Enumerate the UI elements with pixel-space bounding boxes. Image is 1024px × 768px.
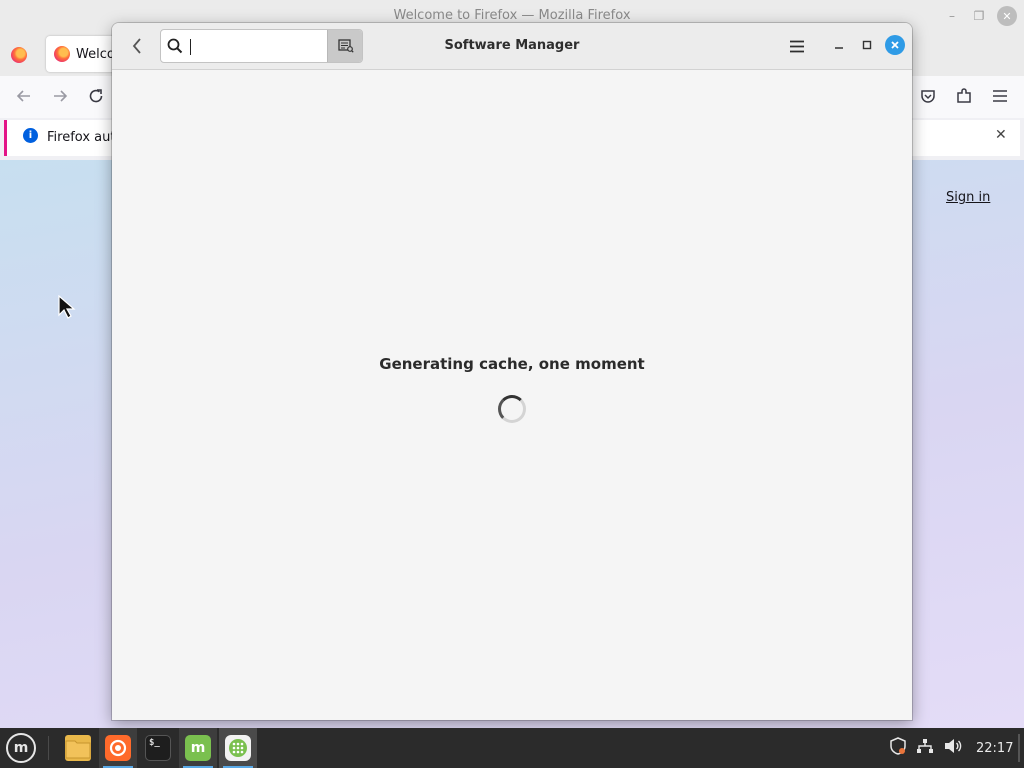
software-manager-icon: [225, 735, 251, 761]
firefox-minimize-button[interactable]: –: [942, 6, 962, 26]
back-arrow-icon[interactable]: [12, 84, 36, 108]
taskbar-update-manager[interactable]: m: [179, 728, 217, 768]
hamburger-menu-icon[interactable]: [786, 35, 808, 57]
firefox-window-title: Welcome to Firefox — Mozilla Firefox: [393, 8, 631, 23]
taskbar-software-manager[interactable]: [219, 728, 257, 768]
close-button[interactable]: [885, 35, 905, 55]
software-manager-window: Software Manager Generating cache, one m…: [112, 23, 912, 720]
minimize-button[interactable]: [829, 35, 849, 55]
info-icon: i: [23, 128, 38, 143]
forward-arrow-icon[interactable]: [48, 84, 72, 108]
loading-message: Generating cache, one moment: [379, 355, 645, 373]
taskbar: m $_ m 22:17: [0, 728, 1024, 768]
network-icon[interactable]: [916, 738, 934, 758]
back-button[interactable]: [126, 35, 148, 57]
firefox-favicon-icon: [54, 46, 70, 62]
taskbar-terminal[interactable]: $_: [139, 728, 177, 768]
close-icon[interactable]: ✕: [995, 127, 1007, 143]
taskbar-firefox[interactable]: [99, 728, 137, 768]
taskbar-separator: [48, 736, 49, 760]
show-desktop-button[interactable]: [1018, 734, 1020, 762]
search-in-descriptions-button[interactable]: [327, 30, 362, 62]
start-menu-button[interactable]: m: [6, 733, 36, 763]
search-box[interactable]: [160, 29, 363, 63]
sign-in-link[interactable]: Sign in: [946, 190, 990, 205]
firefox-view-icon[interactable]: [11, 47, 27, 63]
mouse-pointer-icon: [58, 294, 76, 323]
volume-icon[interactable]: [944, 738, 962, 758]
mint-update-icon: m: [185, 735, 211, 761]
hamburger-menu-icon[interactable]: [988, 84, 1012, 108]
search-input[interactable]: [187, 36, 323, 58]
maximize-button[interactable]: [857, 35, 877, 55]
terminal-icon: $_: [145, 735, 171, 761]
pocket-icon[interactable]: [916, 84, 940, 108]
firefox-close-button[interactable]: ✕: [997, 6, 1017, 26]
reload-icon[interactable]: [84, 84, 108, 108]
firefox-icon: [105, 735, 131, 761]
software-manager-headerbar: Software Manager: [112, 23, 912, 70]
taskbar-files[interactable]: [59, 728, 97, 768]
text-caret: [190, 39, 191, 55]
loading-spinner-icon: [498, 395, 526, 423]
search-icon: [167, 38, 183, 58]
shield-icon[interactable]: [890, 737, 906, 759]
folder-icon: [65, 735, 91, 761]
software-manager-content: Generating cache, one moment: [112, 70, 912, 720]
tab-label: Welco: [76, 46, 115, 62]
firefox-maximize-button[interactable]: ❐: [969, 6, 989, 26]
extensions-icon[interactable]: [952, 84, 976, 108]
clock[interactable]: 22:17: [976, 741, 1013, 756]
system-tray: 22:17: [890, 728, 1013, 768]
